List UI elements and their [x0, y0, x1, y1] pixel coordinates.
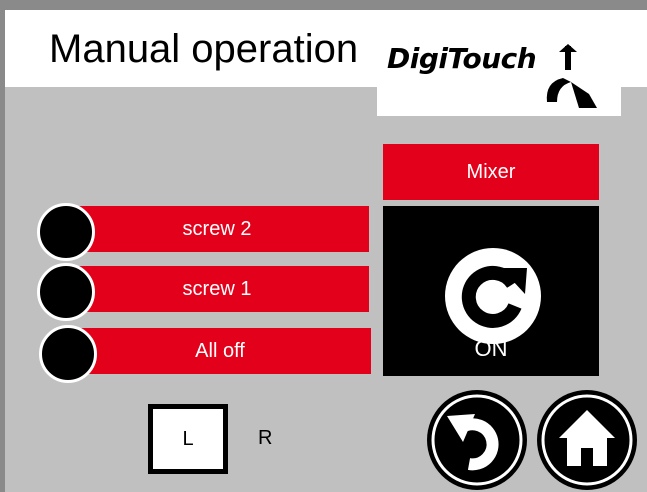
mixer-label: Mixer [383, 144, 599, 200]
mixer-toggle-button[interactable]: ON [383, 206, 599, 376]
mixer-status: ON [474, 336, 508, 361]
switch-label: All off [195, 339, 245, 362]
hand-icon [546, 44, 597, 108]
hmi-screen: Manual operation DigiTouch Mixer ON scre… [5, 10, 647, 492]
rotate-icon [445, 248, 541, 344]
back-button[interactable] [425, 388, 529, 492]
digitouch-logo: DigiTouch [377, 36, 621, 116]
screw-2-switch[interactable]: screw 2 [65, 206, 369, 252]
direction-right-label: R [258, 427, 273, 449]
direction-left-label: L [153, 409, 223, 469]
screw-1-switch[interactable]: screw 1 [65, 266, 369, 312]
all-off-switch[interactable]: All off [69, 328, 371, 374]
direction-toggle[interactable]: L [148, 404, 228, 474]
switch-label: screw 2 [182, 217, 252, 240]
all-off-knob[interactable] [39, 325, 97, 383]
screw-1-knob[interactable] [37, 263, 95, 321]
page-title: Manual operation [49, 27, 359, 71]
screw-2-knob[interactable] [37, 203, 95, 261]
home-button[interactable] [535, 388, 639, 492]
switch-label: screw 1 [182, 277, 252, 300]
logo-text: DigiTouch [387, 42, 537, 75]
